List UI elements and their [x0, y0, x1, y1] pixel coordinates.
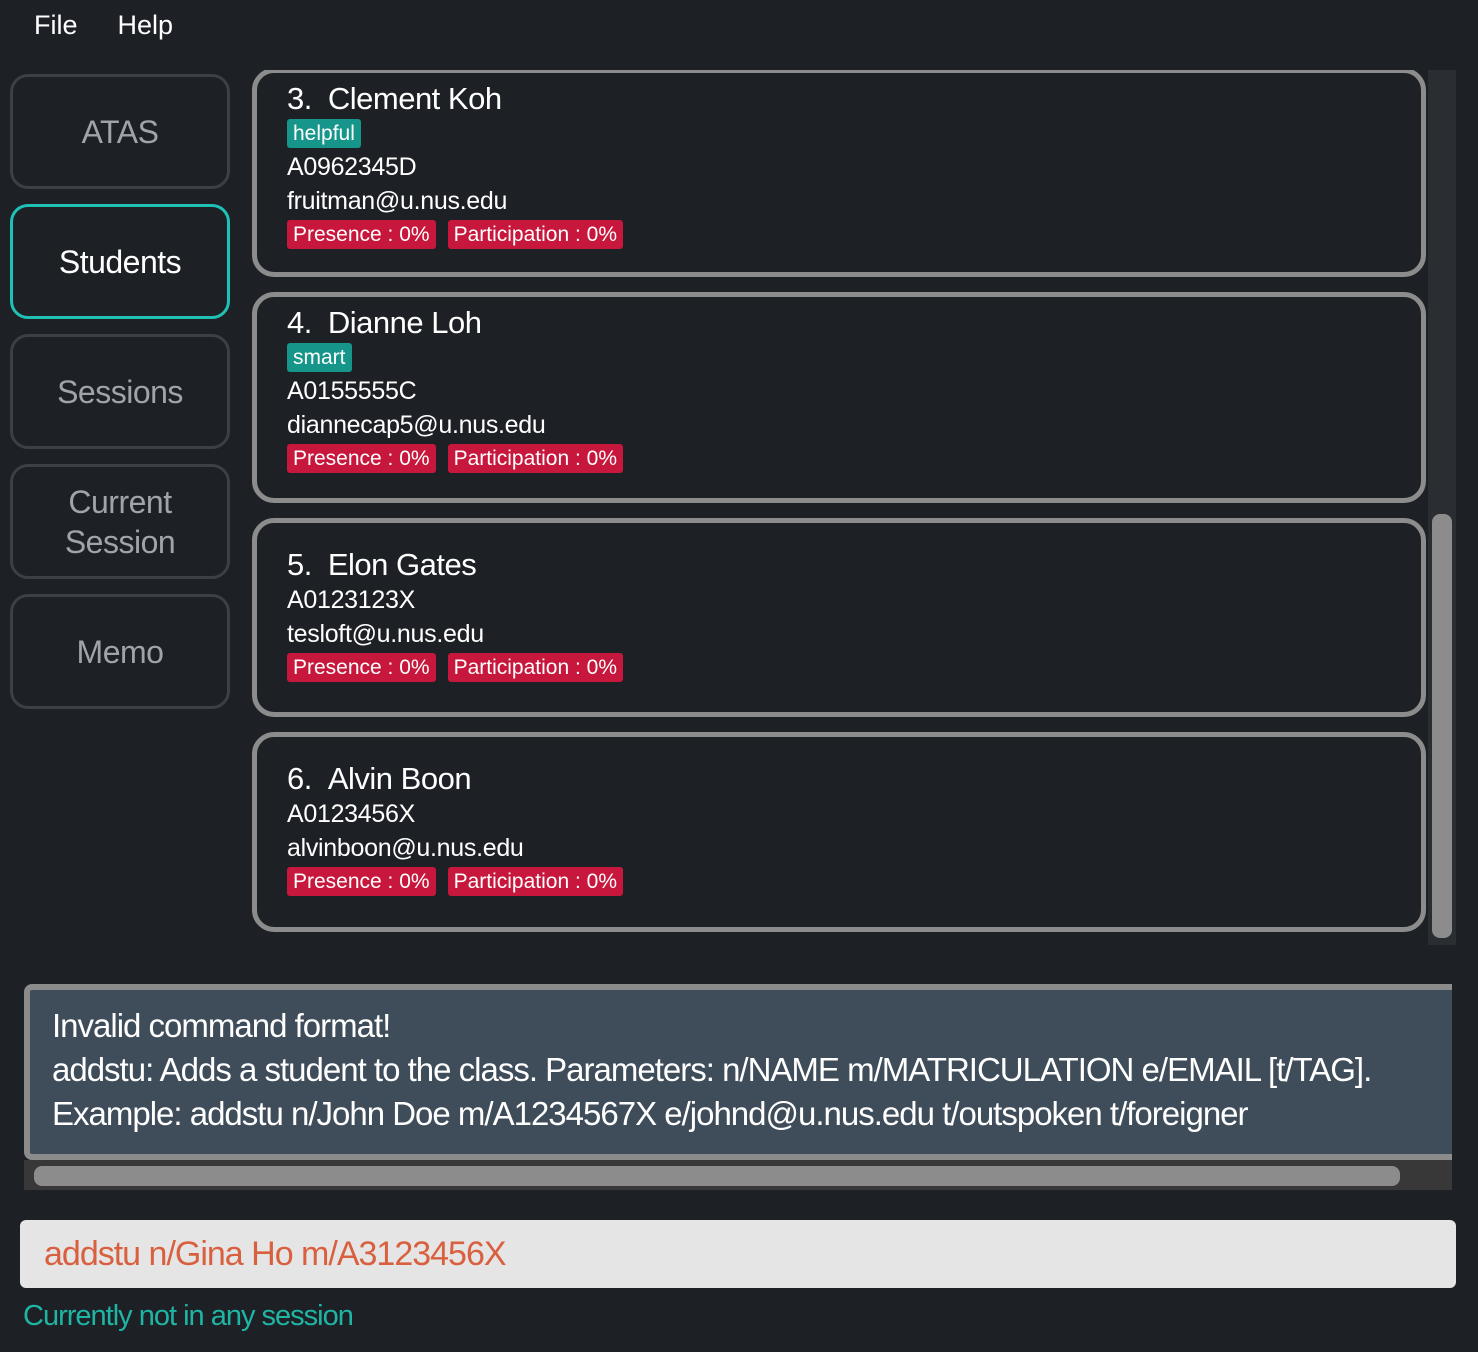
- student-tag: smart: [287, 343, 352, 372]
- menu-help[interactable]: Help: [118, 10, 174, 41]
- participation-badge: Participation : 0%: [447, 444, 623, 473]
- list-scrollbar-thumb[interactable]: [1432, 514, 1452, 938]
- session-status: Currently not in any session: [23, 1300, 354, 1332]
- participation-badge: Participation : 0%: [447, 867, 623, 896]
- student-name: 3. Clement Koh: [287, 81, 502, 116]
- student-email: tesloft@u.nus.edu: [287, 620, 484, 648]
- student-name: 6. Alvin Boon: [287, 761, 472, 796]
- student-card[interactable]: 6. Alvin Boon A0123456X alvinboon@u.nus.e…: [252, 732, 1426, 932]
- nav-students-button[interactable]: Students: [10, 204, 230, 319]
- nav-sessions-button[interactable]: Sessions: [10, 334, 230, 449]
- student-email: alvinboon@u.nus.edu: [287, 834, 524, 862]
- participation-badge: Participation : 0%: [447, 653, 623, 682]
- student-matric: A0155555C: [287, 377, 417, 405]
- student-card[interactable]: 5. Elon Gates A0123123X tesloft@u.nus.edu…: [252, 518, 1426, 717]
- presence-badge: Presence : 0%: [287, 867, 436, 896]
- presence-badge: Presence : 0%: [287, 653, 436, 682]
- student-name: 5. Elon Gates: [287, 547, 477, 582]
- student-card[interactable]: 3. Clement Koh helpful A0962345D fruitman…: [252, 70, 1426, 277]
- menu-file[interactable]: File: [34, 10, 78, 41]
- student-email: fruitman@u.nus.edu: [287, 187, 508, 215]
- presence-badge: Presence : 0%: [287, 444, 436, 473]
- student-list: 3. Clement Koh helpful A0962345D fruitman…: [252, 70, 1428, 945]
- nav-current-session-button[interactable]: Current Session: [10, 464, 230, 579]
- result-line: Invalid command format!: [52, 1007, 391, 1044]
- student-name: 4. Dianne Loh: [287, 305, 482, 340]
- student-email: diannecap5@u.nus.edu: [287, 411, 546, 439]
- student-matric: A0962345D: [287, 153, 417, 181]
- student-matric: A0123123X: [287, 586, 415, 614]
- nav-atas-button[interactable]: ATAS: [10, 74, 230, 189]
- participation-badge: Participation : 0%: [447, 220, 623, 249]
- result-line: addstu: Adds a student to the class. Par…: [52, 1051, 1372, 1088]
- student-card[interactable]: 4. Dianne Loh smart A0155555C diannecap5@…: [252, 292, 1426, 503]
- presence-badge: Presence : 0%: [287, 220, 436, 249]
- nav-memo-button[interactable]: Memo: [10, 594, 230, 709]
- student-matric: A0123456X: [287, 800, 415, 828]
- result-display: Invalid command format! addstu: Adds a s…: [24, 984, 1452, 1160]
- student-tag: helpful: [287, 119, 361, 148]
- result-line: Example: addstu n/John Doe m/A1234567X e…: [52, 1095, 1249, 1132]
- menu-bar: File Help: [34, 10, 173, 41]
- command-input[interactable]: addstu n/Gina Ho m/A3123456X: [20, 1220, 1456, 1288]
- result-scrollbar-thumb[interactable]: [34, 1166, 1400, 1186]
